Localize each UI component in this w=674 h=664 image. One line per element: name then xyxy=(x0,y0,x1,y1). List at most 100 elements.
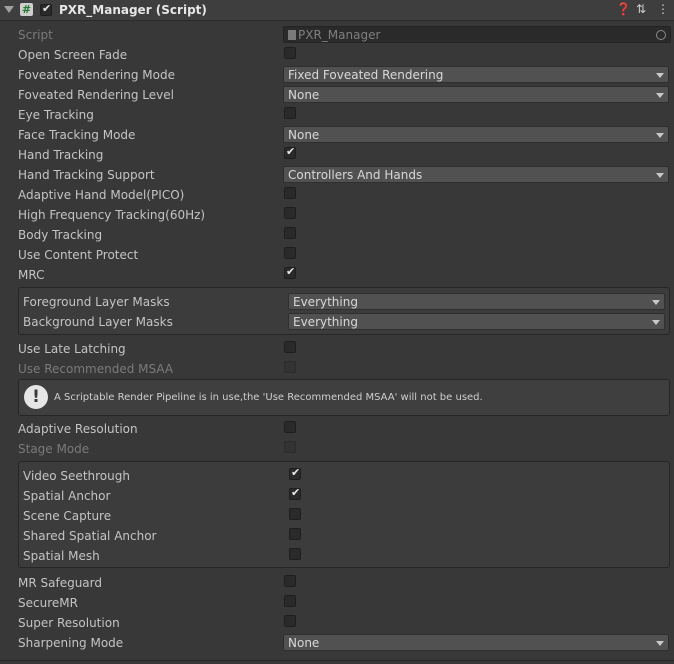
video-seethrough-checkbox[interactable]: ✔ xyxy=(289,466,301,480)
body-tracking-label: Body Tracking xyxy=(18,228,103,242)
high-frequency-tracking-row: High Frequency Tracking(60Hz) xyxy=(18,206,672,224)
background-masks-dropdown[interactable]: Everything xyxy=(288,313,665,330)
check-icon: ✔ xyxy=(291,466,301,479)
adaptive-hand-model-checkbox[interactable] xyxy=(284,187,296,199)
open-screen-fade-label: Open Screen Fade xyxy=(18,48,128,62)
foveated-level-dropdown[interactable]: None xyxy=(283,86,669,103)
super-resolution-label: Super Resolution xyxy=(18,616,120,630)
chevron-down-icon xyxy=(656,173,664,178)
msaa-warning-helpbox: ! A Scriptable Render Pipeline is in use… xyxy=(18,379,670,416)
hand-tracking-support-label: Hand Tracking Support xyxy=(18,168,155,182)
object-picker-icon[interactable] xyxy=(656,30,666,40)
content-protect-checkbox[interactable] xyxy=(284,247,296,259)
script-field[interactable]: PXR_Manager xyxy=(283,26,671,43)
mr-safeguard-row: MR Safeguard xyxy=(18,574,672,592)
chevron-down-icon xyxy=(656,641,664,646)
shared-spatial-anchor-label: Shared Spatial Anchor xyxy=(23,529,157,543)
foveated-level-value: None xyxy=(288,88,320,102)
late-latching-label: Use Late Latching xyxy=(18,342,126,356)
foreground-masks-dropdown[interactable]: Everything xyxy=(288,293,665,310)
video-seethrough-row: Video Seethrough ✔ xyxy=(23,466,669,485)
super-resolution-row: Super Resolution xyxy=(18,614,672,632)
spatial-mesh-checkbox[interactable] xyxy=(289,548,301,560)
adaptive-hand-model-label: Adaptive Hand Model(PICO) xyxy=(18,188,185,202)
fold-arrow-icon[interactable] xyxy=(4,6,14,13)
chevron-down-icon xyxy=(652,320,660,325)
stage-mode-checkbox xyxy=(284,441,296,453)
sharpening-mode-dropdown[interactable]: None xyxy=(283,634,669,651)
scene-capture-label: Scene Capture xyxy=(23,509,112,523)
chevron-down-icon xyxy=(656,73,664,78)
check-icon: ✔ xyxy=(286,145,296,158)
recommended-msaa-label: Use Recommended MSAA xyxy=(18,362,174,376)
late-latching-checkbox[interactable] xyxy=(284,341,296,353)
foveated-level-label: Foveated Rendering Level xyxy=(18,88,174,102)
scene-capture-row: Scene Capture xyxy=(23,507,669,525)
foveated-mode-label: Foveated Rendering Mode xyxy=(18,68,175,82)
video-seethrough-label: Video Seethrough xyxy=(23,469,130,483)
content-protect-row: Use Content Protect xyxy=(18,246,672,264)
recommended-msaa-checkbox xyxy=(284,361,296,373)
check-icon: ✔ xyxy=(291,486,301,499)
chevron-down-icon xyxy=(656,133,664,138)
adaptive-resolution-label: Adaptive Resolution xyxy=(18,422,138,436)
face-tracking-mode-value: None xyxy=(288,128,320,142)
foveated-mode-dropdown[interactable]: Fixed Foveated Rendering xyxy=(283,66,669,83)
check-icon: ✔ xyxy=(286,265,296,278)
component-enabled-checkbox[interactable]: ✔ xyxy=(40,2,52,16)
super-resolution-checkbox[interactable] xyxy=(284,615,296,627)
adaptive-resolution-row: Adaptive Resolution xyxy=(18,420,672,438)
secure-mr-checkbox[interactable] xyxy=(284,595,296,607)
script-row: Script PXR_Manager xyxy=(18,26,672,44)
face-tracking-mode-row: Face Tracking Mode None xyxy=(18,126,672,144)
file-icon xyxy=(288,30,296,40)
component-header: # ✔ PXR_Manager (Script) ❓ ⇅ ⋮ xyxy=(0,0,674,21)
hand-tracking-row: Hand Tracking ✔ xyxy=(18,145,672,164)
spatial-mesh-row: Spatial Mesh xyxy=(23,547,669,565)
scene-capture-checkbox[interactable] xyxy=(289,508,301,520)
spatial-anchor-label: Spatial Anchor xyxy=(23,489,111,503)
hand-tracking-support-value: Controllers And Hands xyxy=(288,168,423,182)
body-tracking-checkbox[interactable] xyxy=(284,227,296,239)
hand-tracking-checkbox[interactable]: ✔ xyxy=(284,145,296,159)
chevron-down-icon xyxy=(652,300,660,305)
preset-icon[interactable]: ⇅ xyxy=(636,2,646,16)
background-masks-row: Background Layer Masks Everything xyxy=(23,313,669,331)
background-masks-label: Background Layer Masks xyxy=(23,315,173,329)
foveated-mode-value: Fixed Foveated Rendering xyxy=(288,68,444,82)
face-tracking-mode-dropdown[interactable]: None xyxy=(283,126,669,143)
body-tracking-row: Body Tracking xyxy=(18,226,672,244)
sharpening-mode-label: Sharpening Mode xyxy=(18,636,124,650)
stage-mode-row: Stage Mode xyxy=(18,440,672,458)
divider xyxy=(0,660,674,661)
open-screen-fade-row: Open Screen Fade xyxy=(18,46,672,64)
foveated-mode-row: Foveated Rendering Mode Fixed Foveated R… xyxy=(18,66,672,84)
foreground-masks-label: Foreground Layer Masks xyxy=(23,295,170,309)
component-title: PXR_Manager (Script) xyxy=(59,3,207,17)
script-label: Script xyxy=(18,28,53,42)
sharpening-mode-row: Sharpening Mode None xyxy=(18,634,672,652)
mrc-label: MRC xyxy=(18,268,45,282)
foreground-masks-row: Foreground Layer Masks Everything xyxy=(23,293,669,311)
high-frequency-tracking-checkbox[interactable] xyxy=(284,207,296,219)
stage-mode-label: Stage Mode xyxy=(18,442,90,456)
mrc-checkbox[interactable]: ✔ xyxy=(284,265,296,279)
more-options-icon[interactable]: ⋮ xyxy=(657,2,669,16)
open-screen-fade-checkbox[interactable] xyxy=(284,47,296,59)
eye-tracking-row: Eye Tracking xyxy=(18,106,672,124)
script-icon: # xyxy=(20,3,33,16)
hand-tracking-support-dropdown[interactable]: Controllers And Hands xyxy=(283,166,669,183)
shared-spatial-anchor-row: Shared Spatial Anchor xyxy=(23,527,669,545)
foreground-masks-value: Everything xyxy=(293,295,358,309)
shared-spatial-anchor-checkbox[interactable] xyxy=(289,528,301,540)
background-masks-value: Everything xyxy=(293,315,358,329)
help-icon[interactable]: ❓ xyxy=(616,2,631,16)
spatial-anchor-checkbox[interactable]: ✔ xyxy=(289,486,301,500)
adaptive-resolution-checkbox[interactable] xyxy=(284,421,296,433)
secure-mr-label: SecureMR xyxy=(18,596,78,610)
secure-mr-row: SecureMR xyxy=(18,594,672,612)
mr-safeguard-checkbox[interactable] xyxy=(284,575,296,587)
check-icon: ✔ xyxy=(42,2,52,15)
chevron-down-icon xyxy=(656,93,664,98)
eye-tracking-checkbox[interactable] xyxy=(284,107,296,119)
